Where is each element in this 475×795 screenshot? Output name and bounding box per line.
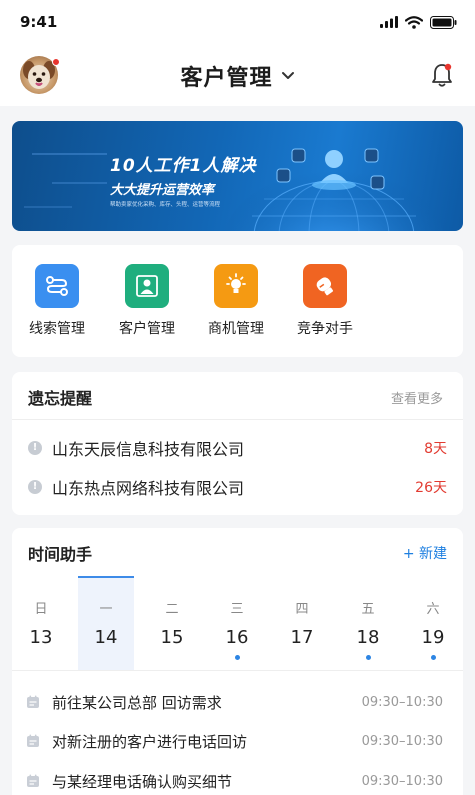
title-dropdown[interactable]: 客户管理 bbox=[0, 60, 475, 92]
quick-item-label: 线索管理 bbox=[29, 321, 85, 337]
route-icon bbox=[35, 264, 79, 308]
list-item[interactable]: ! 山东天辰信息科技有限公司 8天 bbox=[28, 435, 447, 461]
schedule-title: 对新注册的客户进行电话回访 bbox=[52, 732, 248, 751]
schedule-title: 与某经理电话确认购买细节 bbox=[52, 772, 233, 791]
company-name: 山东天辰信息科技有限公司 bbox=[52, 440, 245, 459]
days-badge: 8天 bbox=[424, 441, 447, 457]
day-cell[interactable]: 六 19 bbox=[405, 576, 461, 670]
app-header: 客户管理 bbox=[0, 44, 475, 106]
weekday-label: 一 bbox=[99, 602, 113, 617]
time-assistant-card: 时间助手 + 新建 日 13 一 14 二 15 三 16 四 17 五 18 bbox=[12, 528, 463, 795]
status-bar: 9:41 bbox=[0, 0, 475, 44]
weekday-label: 二 bbox=[165, 602, 179, 617]
status-icons bbox=[380, 15, 457, 29]
date-number: 16 bbox=[225, 627, 249, 648]
weekday-label: 五 bbox=[361, 602, 375, 617]
section-title: 时间助手 bbox=[28, 545, 93, 564]
calendar-icon bbox=[27, 695, 39, 708]
view-more-link[interactable]: 查看更多 bbox=[391, 388, 443, 407]
schedule-item[interactable]: 前往某公司总部 回访需求 09:30–10:30 bbox=[26, 689, 443, 715]
day-cell[interactable]: 五 18 bbox=[340, 576, 396, 670]
weekday-label: 日 bbox=[34, 602, 48, 617]
date-number: 18 bbox=[356, 627, 380, 648]
quick-item-customers[interactable]: 客户管理 bbox=[107, 264, 187, 338]
globe-illustration-icon bbox=[225, 148, 443, 231]
weekday-label: 三 bbox=[230, 602, 244, 617]
schedule-item[interactable]: 对新注册的客户进行电话回访 09:30–10:30 bbox=[26, 728, 443, 754]
day-cell[interactable]: 四 17 bbox=[274, 576, 330, 670]
day-cell-selected[interactable]: 一 14 bbox=[78, 576, 134, 670]
chevron-down-icon bbox=[281, 72, 294, 79]
new-button[interactable]: + 新建 bbox=[403, 543, 447, 563]
schedule-time: 09:30–10:30 bbox=[361, 733, 443, 749]
company-name: 山东热点网络科技有限公司 bbox=[52, 479, 245, 498]
event-dot bbox=[365, 655, 371, 660]
bulb-icon bbox=[214, 264, 258, 308]
date-number: 17 bbox=[290, 627, 314, 648]
day-cell[interactable]: 三 16 bbox=[209, 576, 265, 670]
quick-item-label: 客户管理 bbox=[119, 321, 175, 337]
date-number: 19 bbox=[421, 627, 445, 648]
calendar-icon bbox=[27, 774, 39, 787]
schedule-title: 前往某公司总部 回访需求 bbox=[52, 693, 222, 712]
banner-caption: 帮助卖家优化采购、库存、头程、运营等流程 bbox=[110, 202, 221, 208]
banner-subtitle: 大大提升运营效率 bbox=[110, 183, 215, 198]
forget-reminder-card: 遗忘提醒 查看更多 ! 山东天辰信息科技有限公司 8天 ! 山东热点网络科技有限… bbox=[12, 372, 463, 515]
page-title: 客户管理 bbox=[180, 66, 273, 91]
schedule-time: 09:30–10:30 bbox=[361, 773, 443, 789]
calendar-icon bbox=[27, 734, 39, 747]
quick-item-competitors[interactable]: 竞争对手 bbox=[285, 264, 365, 338]
schedule-time: 09:30–10:30 bbox=[361, 694, 443, 710]
quick-item-leads[interactable]: 线索管理 bbox=[17, 264, 97, 338]
bell-icon[interactable] bbox=[431, 62, 453, 88]
event-dot bbox=[430, 655, 436, 660]
promo-banner[interactable]: 10人工作1人解决 大大提升运营效率 帮助卖家优化采购、库存、头程、运营等流程 bbox=[12, 121, 463, 231]
day-cell[interactable]: 二 15 bbox=[144, 576, 200, 670]
info-icon: ! bbox=[28, 480, 42, 494]
banner-deco-lines bbox=[24, 153, 107, 208]
weekday-label: 四 bbox=[295, 602, 309, 617]
boxing-glove-icon bbox=[303, 264, 347, 308]
section-title: 遗忘提醒 bbox=[28, 389, 93, 408]
quick-item-opportunities[interactable]: 商机管理 bbox=[196, 264, 276, 338]
date-number: 14 bbox=[94, 627, 118, 648]
schedule-item[interactable]: 与某经理电话确认购买细节 09:30–10:30 bbox=[26, 768, 443, 794]
divider bbox=[12, 670, 463, 671]
status-time: 9:41 bbox=[20, 13, 58, 31]
quick-menu: 线索管理 客户管理 商机管理 竞争对手 bbox=[12, 245, 463, 357]
info-icon: ! bbox=[28, 441, 42, 455]
battery-icon bbox=[430, 15, 457, 29]
week-strip: 日 13 一 14 二 15 三 16 四 17 五 18 六 19 bbox=[12, 576, 463, 670]
date-number: 15 bbox=[160, 627, 184, 648]
list-item[interactable]: ! 山东热点网络科技有限公司 26天 bbox=[28, 474, 447, 500]
day-cell[interactable]: 日 13 bbox=[13, 576, 69, 670]
days-badge: 26天 bbox=[415, 480, 447, 496]
divider bbox=[12, 419, 463, 420]
quick-item-label: 商机管理 bbox=[208, 321, 264, 337]
wifi-icon bbox=[405, 15, 423, 29]
weekday-label: 六 bbox=[426, 602, 440, 617]
date-number: 13 bbox=[29, 627, 53, 648]
event-dot bbox=[234, 655, 240, 660]
signal-icon bbox=[380, 16, 398, 28]
quick-item-label: 竞争对手 bbox=[297, 321, 353, 337]
person-icon bbox=[125, 264, 169, 308]
